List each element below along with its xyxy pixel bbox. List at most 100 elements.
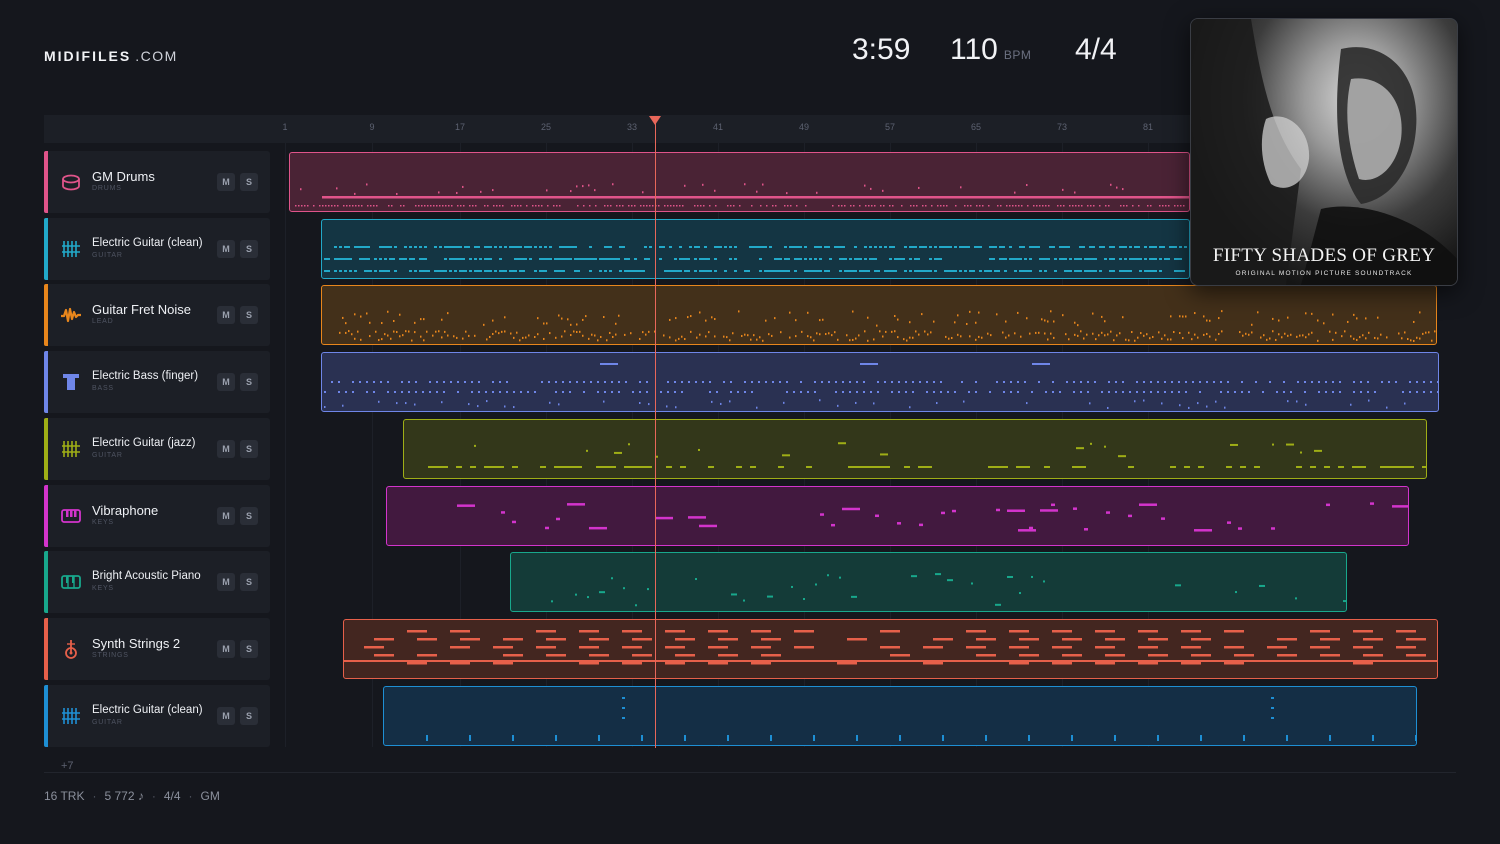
midi-note bbox=[989, 258, 995, 260]
midi-note bbox=[1032, 363, 1050, 365]
mute-button[interactable]: M bbox=[217, 240, 235, 258]
midi-note bbox=[897, 318, 899, 321]
track-lane[interactable] bbox=[510, 552, 1347, 612]
midi-note bbox=[1398, 332, 1400, 335]
mute-button[interactable]: M bbox=[217, 440, 235, 458]
track-lane[interactable] bbox=[321, 219, 1190, 279]
midi-note bbox=[1092, 312, 1094, 315]
midi-note bbox=[1377, 316, 1379, 319]
track-header[interactable]: Electric Guitar (clean) GUITAR M S bbox=[44, 218, 270, 280]
midi-note bbox=[1137, 336, 1139, 339]
track-header[interactable]: Synth Strings 2 STRINGS M S bbox=[44, 618, 270, 680]
midi-note bbox=[1215, 338, 1217, 341]
midi-note bbox=[1043, 580, 1045, 583]
solo-button[interactable]: S bbox=[240, 573, 258, 591]
more-tracks-label[interactable]: +7 bbox=[61, 760, 74, 772]
midi-note bbox=[538, 205, 540, 207]
track-header[interactable]: Electric Bass (finger) BASS M S bbox=[44, 351, 270, 413]
track-lane[interactable] bbox=[289, 152, 1190, 212]
midi-note bbox=[1031, 391, 1033, 393]
bass-icon bbox=[60, 371, 82, 393]
midi-note bbox=[411, 339, 413, 342]
midi-note bbox=[1386, 406, 1388, 409]
midi-note bbox=[632, 638, 652, 641]
midi-notes bbox=[324, 246, 1187, 272]
midi-note bbox=[1047, 320, 1049, 323]
midi-note bbox=[739, 205, 741, 207]
track-header[interactable]: GM Drums DRUMS M S bbox=[44, 151, 270, 213]
playhead[interactable] bbox=[649, 116, 661, 748]
track-header[interactable]: Guitar Fret Noise LEAD M S bbox=[44, 284, 270, 346]
mute-button[interactable]: M bbox=[217, 707, 235, 725]
solo-button[interactable]: S bbox=[240, 373, 258, 391]
midi-note bbox=[846, 334, 848, 337]
midi-note bbox=[428, 466, 442, 468]
midi-note bbox=[471, 391, 473, 393]
midi-note bbox=[847, 638, 867, 641]
mute-button[interactable]: M bbox=[217, 173, 235, 191]
midi-note bbox=[1310, 466, 1316, 468]
midi-note bbox=[1305, 336, 1307, 339]
mute-button[interactable]: M bbox=[217, 573, 235, 591]
midi-note bbox=[835, 391, 837, 393]
midi-note bbox=[1134, 400, 1136, 403]
midi-note bbox=[1079, 258, 1082, 260]
track-lane[interactable] bbox=[321, 352, 1439, 412]
midi-note bbox=[874, 270, 880, 272]
solo-button[interactable]: S bbox=[240, 306, 258, 324]
track-lane[interactable] bbox=[383, 686, 1417, 746]
midi-note bbox=[1197, 402, 1199, 405]
midi-note bbox=[534, 246, 537, 248]
midi-note bbox=[1305, 312, 1307, 315]
midi-note bbox=[387, 381, 389, 383]
track-header[interactable]: Bright Acoustic Piano KEYS M S bbox=[44, 551, 270, 613]
midi-note bbox=[414, 270, 417, 272]
midi-note bbox=[1188, 331, 1190, 334]
midi-note bbox=[1227, 391, 1229, 393]
midi-note bbox=[510, 332, 512, 335]
track-lane[interactable] bbox=[386, 486, 1409, 546]
midi-note bbox=[351, 333, 353, 336]
midi-note bbox=[979, 205, 981, 207]
midi-note bbox=[733, 205, 735, 207]
midi-note bbox=[483, 323, 485, 326]
midi-note bbox=[622, 717, 625, 719]
mute-button[interactable]: M bbox=[217, 507, 235, 525]
playhead-marker-icon[interactable] bbox=[649, 116, 661, 125]
brand-logo[interactable]: MIDIFILES .COM bbox=[44, 48, 178, 64]
track-header[interactable]: Vibraphone KEYS M S bbox=[44, 485, 270, 547]
midi-note bbox=[949, 246, 952, 248]
midi-note bbox=[1220, 391, 1222, 393]
track-lane[interactable] bbox=[321, 285, 1437, 345]
midi-note bbox=[1002, 466, 1008, 468]
mute-button[interactable]: M bbox=[217, 373, 235, 391]
track-lane[interactable] bbox=[403, 419, 1427, 479]
track-header[interactable]: Electric Guitar (clean) GUITAR M S bbox=[44, 685, 270, 747]
midi-note bbox=[1109, 258, 1115, 260]
midi-note bbox=[916, 205, 918, 207]
mute-button[interactable]: M bbox=[217, 640, 235, 658]
track-header[interactable]: Electric Guitar (jazz) GUITAR M S bbox=[44, 418, 270, 480]
midi-note bbox=[1220, 381, 1222, 383]
solo-button[interactable]: S bbox=[240, 640, 258, 658]
midi-note bbox=[897, 522, 901, 525]
mute-button[interactable]: M bbox=[217, 306, 235, 324]
midi-note bbox=[1020, 335, 1022, 338]
solo-button[interactable]: S bbox=[240, 440, 258, 458]
midi-note bbox=[1150, 205, 1152, 207]
solo-button[interactable]: S bbox=[240, 240, 258, 258]
midi-note bbox=[1165, 205, 1167, 207]
midi-note bbox=[1079, 246, 1085, 248]
midi-note bbox=[1224, 646, 1244, 649]
solo-button[interactable]: S bbox=[240, 173, 258, 191]
solo-button[interactable]: S bbox=[240, 707, 258, 725]
track-lane[interactable] bbox=[343, 619, 1438, 679]
midi-note bbox=[1238, 527, 1242, 530]
solo-button[interactable]: S bbox=[240, 507, 258, 525]
midi-note bbox=[1254, 466, 1260, 468]
midi-note bbox=[1052, 646, 1072, 649]
midi-note bbox=[1050, 310, 1052, 313]
midi-note bbox=[1422, 332, 1424, 335]
midi-note bbox=[589, 270, 592, 272]
midi-note bbox=[643, 205, 645, 207]
